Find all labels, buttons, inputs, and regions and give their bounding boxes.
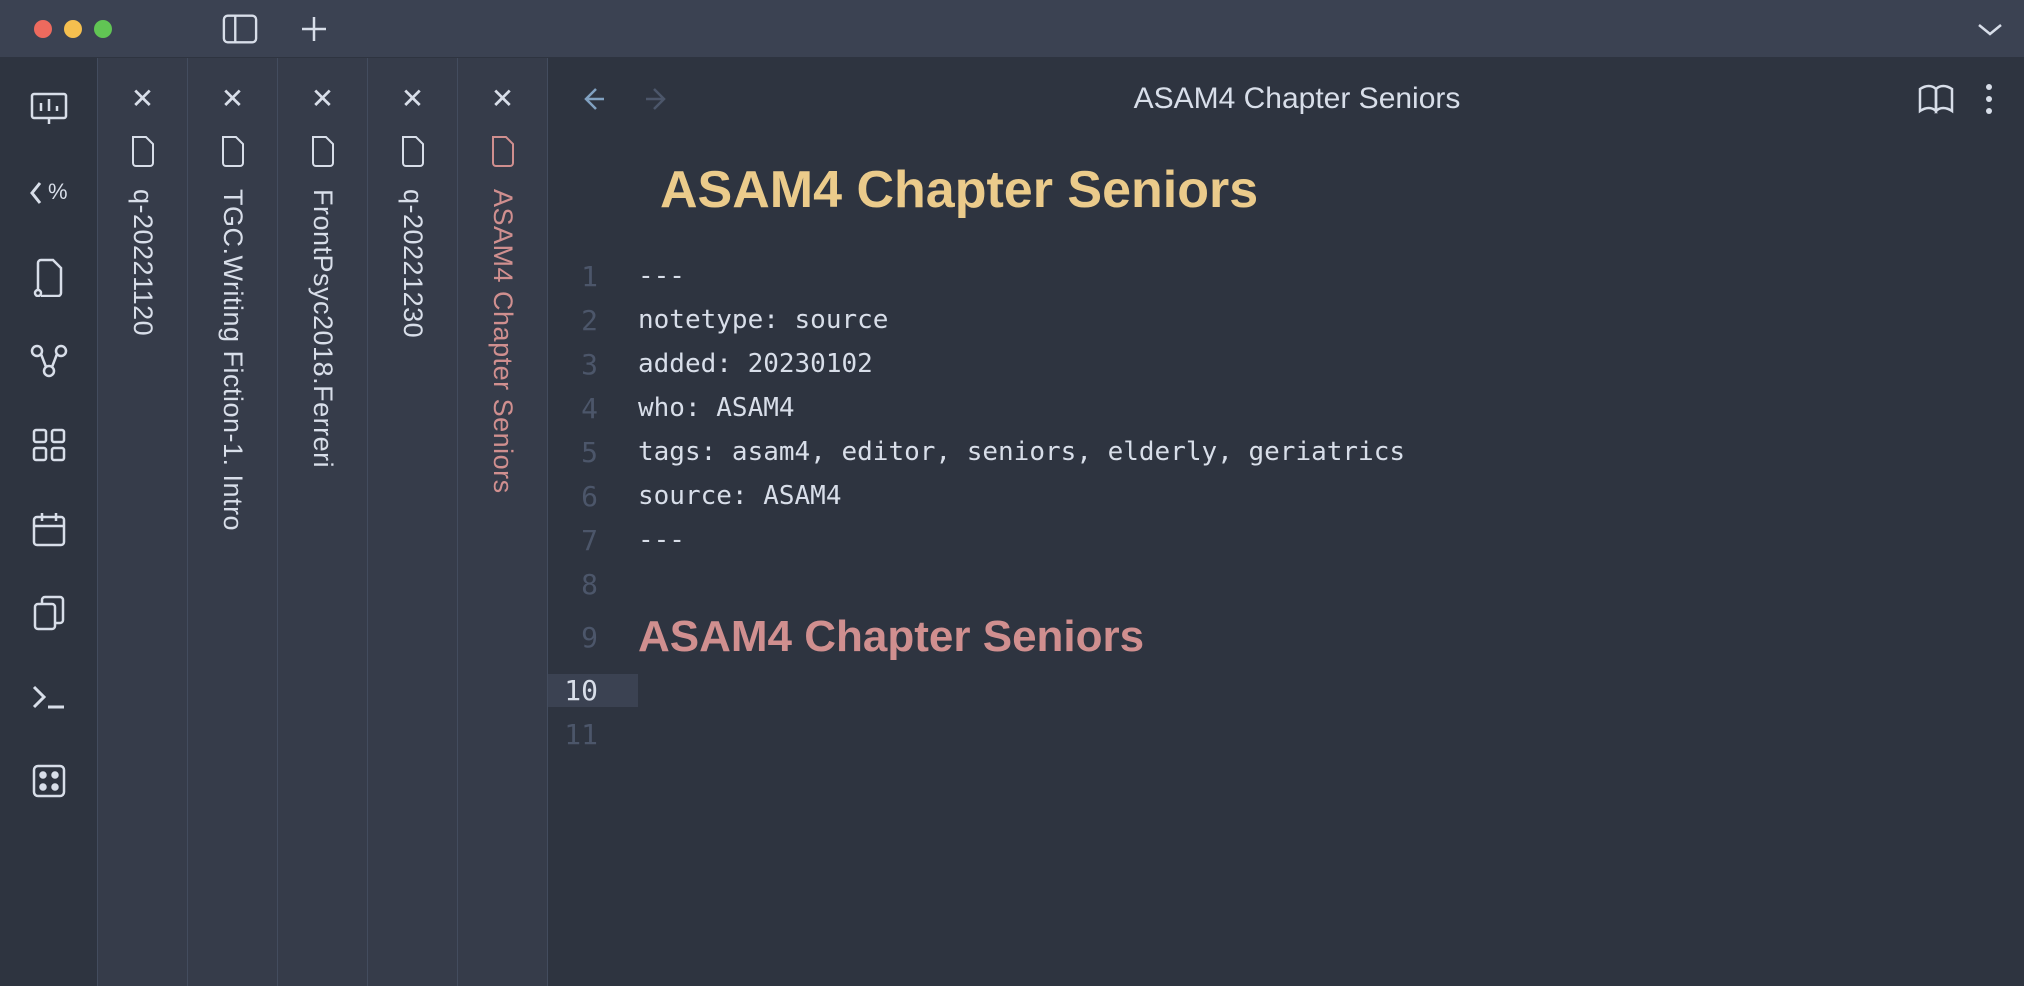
close-icon[interactable]: ✕ bbox=[401, 82, 424, 115]
svg-text:%: % bbox=[48, 179, 68, 204]
line-content[interactable]: notetype: source bbox=[638, 305, 2024, 335]
editor-title: ASAM4 Chapter Seniors bbox=[678, 82, 1916, 116]
maximize-window-button[interactable] bbox=[94, 20, 112, 38]
new-tab-button[interactable] bbox=[296, 11, 332, 47]
code-line[interactable]: 2 notetype: source bbox=[548, 298, 2024, 342]
file-icon bbox=[489, 133, 517, 167]
titlebar bbox=[0, 0, 2024, 58]
line-number: 8 bbox=[548, 568, 638, 601]
line-content[interactable]: tags: asam4, editor, seniors, elderly, g… bbox=[638, 437, 2024, 467]
document-title: ASAM4 Chapter Seniors bbox=[660, 160, 2024, 220]
file-icon bbox=[219, 133, 247, 167]
tab-label: q-20221120 bbox=[127, 189, 158, 336]
code-line[interactable]: 8 bbox=[548, 562, 2024, 606]
graph-icon[interactable] bbox=[28, 340, 70, 382]
close-icon[interactable]: ✕ bbox=[221, 82, 244, 115]
line-number: 5 bbox=[548, 436, 638, 469]
line-content[interactable]: --- bbox=[638, 261, 2024, 291]
dice-icon[interactable] bbox=[28, 760, 70, 802]
icon-sidebar: % bbox=[0, 58, 98, 986]
line-number: 10 bbox=[548, 674, 638, 707]
line-number: 2 bbox=[548, 304, 638, 337]
nav-forward-button[interactable] bbox=[642, 84, 678, 114]
code-line[interactable]: 9 ASAM4 Chapter Seniors bbox=[548, 606, 2024, 668]
editor-header: ASAM4 Chapter Seniors bbox=[548, 58, 2024, 140]
close-icon[interactable]: ✕ bbox=[491, 82, 514, 115]
document-icon[interactable] bbox=[28, 256, 70, 298]
tab-q-20221120[interactable]: ✕ q-20221120 bbox=[98, 58, 188, 986]
grid-icon[interactable] bbox=[28, 424, 70, 466]
toggle-sidebar-button[interactable] bbox=[222, 11, 258, 47]
code-line[interactable]: 11 bbox=[548, 712, 2024, 756]
copy-icon[interactable] bbox=[28, 592, 70, 634]
tab-label: q-20221230 bbox=[397, 189, 428, 338]
line-content[interactable]: who: ASAM4 bbox=[638, 393, 2024, 423]
tab-tgc-writing[interactable]: ✕ TGC.Writing Fiction-1. Intro bbox=[188, 58, 278, 986]
tab-label: FrontPsyc2018.Ferreri bbox=[307, 189, 338, 468]
tab-asam4-active[interactable]: ✕ ASAM4 Chapter Seniors bbox=[458, 58, 548, 986]
nav-back-button[interactable] bbox=[578, 84, 614, 114]
code-line[interactable]: 5 tags: asam4, editor, seniors, elderly,… bbox=[548, 430, 2024, 474]
window-controls bbox=[34, 20, 112, 38]
minimize-window-button[interactable] bbox=[64, 20, 82, 38]
code-lines: 1 --- 2 notetype: source 3 added: 202301… bbox=[548, 254, 2024, 756]
code-line[interactable]: 4 who: ASAM4 bbox=[548, 386, 2024, 430]
more-options-button[interactable] bbox=[1984, 82, 1994, 116]
titlebar-right bbox=[1972, 11, 2008, 47]
file-icon bbox=[129, 133, 157, 167]
tab-q-20221230[interactable]: ✕ q-20221230 bbox=[368, 58, 458, 986]
line-number: 11 bbox=[548, 718, 638, 751]
reading-view-button[interactable] bbox=[1916, 83, 1956, 115]
line-number: 1 bbox=[548, 260, 638, 293]
line-content[interactable]: source: ASAM4 bbox=[638, 481, 2024, 511]
code-line[interactable]: 7 --- bbox=[548, 518, 2024, 562]
line-number: 4 bbox=[548, 392, 638, 425]
tab-label: ASAM4 Chapter Seniors bbox=[487, 189, 518, 494]
slideshow-icon[interactable] bbox=[28, 88, 70, 130]
code-line-current[interactable]: 10 bbox=[548, 668, 2024, 712]
line-content-heading[interactable]: ASAM4 Chapter Seniors bbox=[638, 612, 2024, 662]
template-icon[interactable]: % bbox=[28, 172, 70, 214]
line-number: 7 bbox=[548, 524, 638, 557]
file-icon bbox=[399, 133, 427, 167]
nav-arrows bbox=[578, 84, 678, 114]
tab-label: TGC.Writing Fiction-1. Intro bbox=[217, 189, 248, 531]
code-line[interactable]: 6 source: ASAM4 bbox=[548, 474, 2024, 518]
file-icon bbox=[309, 133, 337, 167]
close-window-button[interactable] bbox=[34, 20, 52, 38]
code-line[interactable]: 3 added: 20230102 bbox=[548, 342, 2024, 386]
tab-frontpsyc[interactable]: ✕ FrontPsyc2018.Ferreri bbox=[278, 58, 368, 986]
tabs-container: ✕ q-20221120 ✕ TGC.Writing Fiction-1. In… bbox=[98, 58, 548, 986]
close-icon[interactable]: ✕ bbox=[311, 82, 334, 115]
code-line[interactable]: 1 --- bbox=[548, 254, 2024, 298]
calendar-icon[interactable] bbox=[28, 508, 70, 550]
line-number: 9 bbox=[548, 621, 638, 654]
main-container: % bbox=[0, 58, 2024, 986]
titlebar-controls bbox=[222, 11, 332, 47]
close-icon[interactable]: ✕ bbox=[131, 82, 154, 115]
line-content[interactable]: added: 20230102 bbox=[638, 349, 2024, 379]
editor-header-right bbox=[1916, 82, 1994, 116]
line-number: 6 bbox=[548, 480, 638, 513]
editor-area: ASAM4 Chapter Seniors AS bbox=[548, 58, 2024, 986]
terminal-icon[interactable] bbox=[28, 676, 70, 718]
line-content[interactable]: --- bbox=[638, 525, 2024, 555]
expand-chevron-button[interactable] bbox=[1972, 11, 2008, 47]
line-number: 3 bbox=[548, 348, 638, 381]
editor-content[interactable]: ASAM4 Chapter Seniors 1 --- 2 notetype: … bbox=[548, 140, 2024, 986]
